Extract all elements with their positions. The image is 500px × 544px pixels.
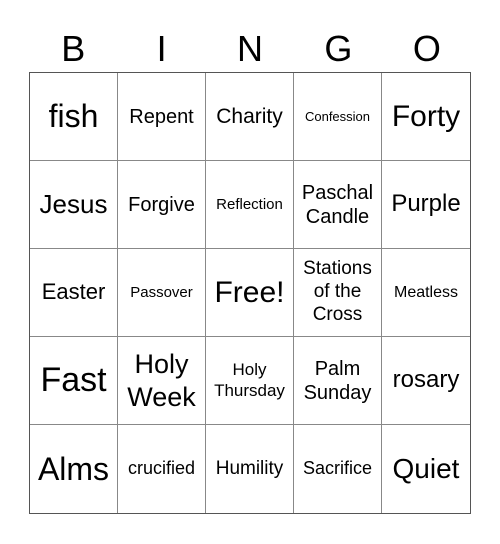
cell-label: Free! xyxy=(214,275,285,309)
header-letter-g: G xyxy=(324,28,353,69)
header-letter-n: N xyxy=(237,28,264,69)
cell-label: Stations of the Cross xyxy=(303,258,372,325)
cell-label: Fast xyxy=(40,361,107,400)
bingo-cell[interactable]: Sacrifice xyxy=(294,425,382,513)
bingo-cell[interactable]: Forty xyxy=(382,73,470,161)
cell-label: Quiet xyxy=(392,453,460,485)
cell-label: Alms xyxy=(37,450,110,487)
cell-label: Forgive xyxy=(128,193,195,216)
bingo-cell[interactable]: Repent xyxy=(118,73,206,161)
bingo-cell[interactable]: Alms xyxy=(30,425,118,513)
bingo-cell[interactable]: Fast xyxy=(30,337,118,425)
bingo-cell[interactable]: Purple xyxy=(382,161,470,249)
cell-label: Palm Sunday xyxy=(303,357,372,404)
bingo-cell[interactable]: Reflection xyxy=(206,161,294,249)
cell-label: Charity xyxy=(216,104,283,128)
cell-label: Paschal Candle xyxy=(301,181,374,228)
bingo-cell[interactable]: Confession xyxy=(294,73,382,161)
header-letter-i: I xyxy=(156,28,167,69)
bingo-cell[interactable]: Meatless xyxy=(382,249,470,337)
cell-label: Holy Week xyxy=(127,349,196,412)
bingo-cell[interactable]: Paschal Candle xyxy=(294,161,382,249)
cell-label: Reflection xyxy=(216,195,283,213)
bingo-cell[interactable]: Passover xyxy=(118,249,206,337)
bingo-grid: fish Repent Charity Confession Forty Jesus For… xyxy=(29,72,471,514)
cell-label: fish xyxy=(48,98,99,135)
bingo-cell[interactable]: Humility xyxy=(206,425,294,513)
bingo-cell[interactable]: Easter xyxy=(30,249,118,337)
cell-label: Meatless xyxy=(393,283,459,301)
bingo-cell[interactable]: Jesus xyxy=(30,161,118,249)
cell-label: Forty xyxy=(391,99,461,133)
cell-label: Easter xyxy=(41,279,106,305)
header-letter-o: O xyxy=(412,28,441,69)
cell-label: crucified xyxy=(127,458,196,479)
bingo-cell[interactable]: crucified xyxy=(118,425,206,513)
cell-label: Jesus xyxy=(39,188,108,219)
bingo-cell[interactable]: rosary xyxy=(382,337,470,425)
cell-label: Repent xyxy=(129,105,194,128)
cell-label: Passover xyxy=(130,283,193,301)
bingo-cell[interactable]: Quiet xyxy=(382,425,470,513)
header-letter-b: B xyxy=(61,28,86,69)
bingo-cell[interactable]: Free! xyxy=(206,249,294,337)
bingo-cell[interactable]: Charity xyxy=(206,73,294,161)
bingo-header: B I N G O xyxy=(29,26,471,72)
bingo-cell[interactable]: Stations of the Cross xyxy=(294,249,382,337)
bingo-cell[interactable]: Palm Sunday xyxy=(294,337,382,425)
bingo-cell[interactable]: Holy Thursday xyxy=(206,337,294,425)
cell-label: rosary xyxy=(392,366,460,394)
cell-label: Confession xyxy=(304,108,371,124)
bingo-cell[interactable]: Holy Week xyxy=(118,337,206,425)
cell-label: Sacrifice xyxy=(302,458,373,479)
bingo-cell[interactable]: fish xyxy=(30,73,118,161)
cell-label: Holy Thursday xyxy=(214,360,285,400)
bingo-cell[interactable]: Forgive xyxy=(118,161,206,249)
cell-label: Purple xyxy=(391,190,461,218)
cell-label: Humility xyxy=(215,457,284,479)
